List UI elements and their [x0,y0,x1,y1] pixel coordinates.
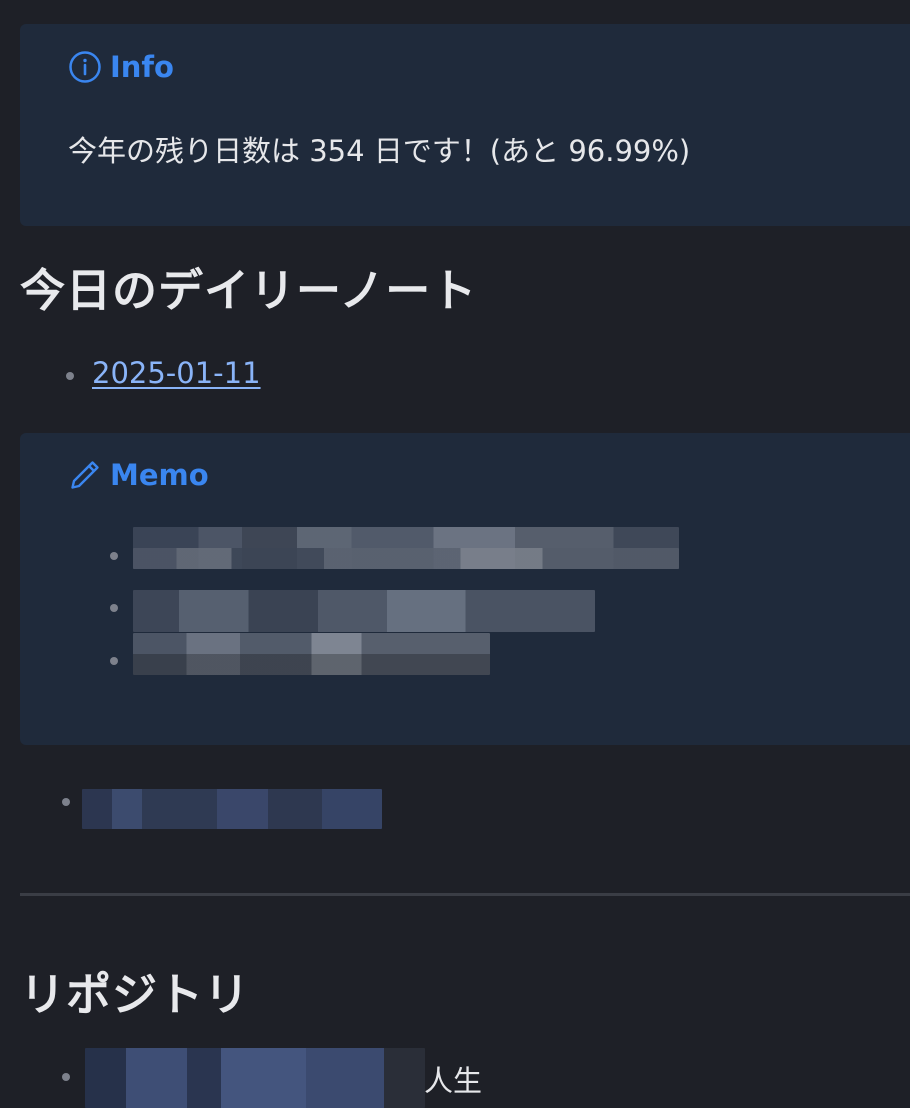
info-callout-label: Info [110,50,174,84]
list-bullet [62,798,70,806]
memo-callout-title: Memo [68,458,209,492]
days-remaining-text: 今年の残り日数は 354 日です！(あと 96.99%) [68,134,691,168]
list-bullet [110,657,118,665]
redacted-link[interactable] [82,789,382,829]
info-circle-icon [68,50,102,84]
list-bullet [110,552,118,560]
pencil-icon [68,458,102,492]
memo-callout: Memo [20,433,910,745]
list-bullet [62,1073,70,1081]
note-page: Info 今年の残り日数は 354 日です！(あと 96.99%) 今日のデイリ… [0,0,910,1108]
list-bullet [66,372,74,380]
daily-note-heading: 今日のデイリーノート [20,264,478,317]
repository-heading: リポジトリ [20,968,251,1021]
redacted-repo-link[interactable] [85,1048,425,1108]
memo-callout-label: Memo [110,458,209,492]
divider [20,893,910,896]
redacted-memo-item [133,590,595,632]
redacted-memo-item [133,633,490,675]
info-callout-title: Info [68,50,174,84]
repo-item-suffix: 人生 [424,1064,483,1098]
daily-note-link[interactable]: 2025-01-11 [92,356,261,390]
redacted-memo-item-line [133,548,679,569]
info-callout: Info 今年の残り日数は 354 日です！(あと 96.99%) [20,24,910,226]
list-bullet [110,604,118,612]
